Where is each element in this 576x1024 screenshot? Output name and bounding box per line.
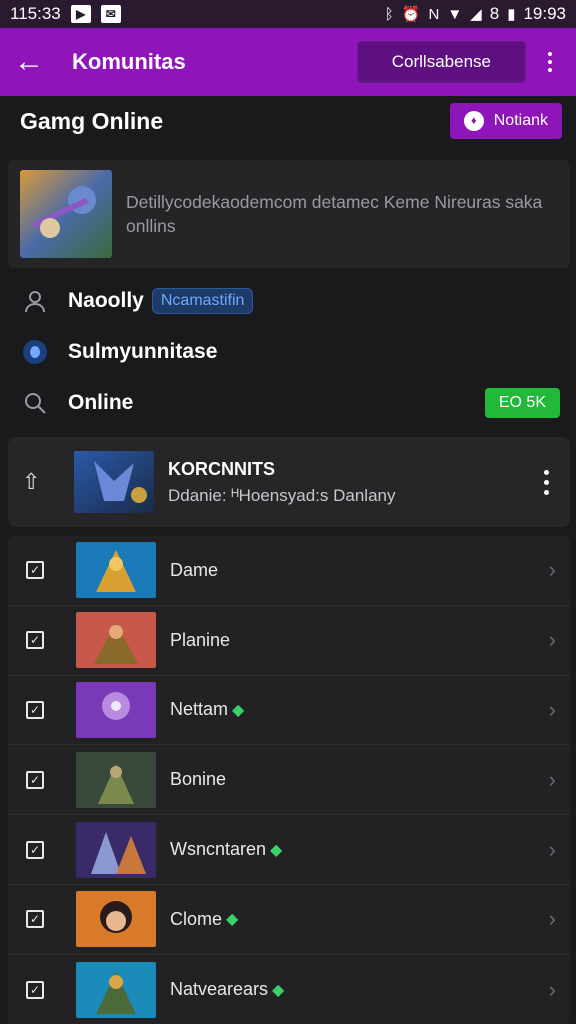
description-text: Detillycodekaodemcom detamec Keme Nireur… — [126, 192, 543, 236]
status-clock: 19:93 — [523, 4, 566, 23]
more-vertical-icon[interactable] — [536, 469, 556, 495]
checkbox-checked-icon[interactable]: ✓ — [26, 840, 44, 859]
list-item[interactable]: ✓ Bonine › — [8, 745, 570, 816]
info-row-community: Sulmyunnitase — [20, 332, 560, 372]
description-card: Detillycodekaodemcom detamec Keme Nireur… — [8, 160, 570, 268]
alarm-icon: ⏰ — [401, 6, 421, 23]
chevron-right-icon[interactable]: › — [549, 627, 556, 653]
list-item[interactable]: ✓ Clome ◆ › — [8, 885, 570, 955]
list-item[interactable]: ✓ Wsncntaren ◆ › — [8, 815, 570, 885]
bluetooth-icon: ᛒ — [384, 5, 394, 23]
bell-icon: ♦ — [463, 111, 484, 131]
info-label-community: Sulmyunnitase — [68, 340, 218, 363]
checkbox-checked-icon[interactable]: ✓ — [26, 770, 44, 789]
notification-icon: ▶ — [70, 5, 91, 23]
notiank-button[interactable]: ♦ Notiank — [449, 103, 562, 139]
info-row-members: Naoolly Ncamastifin — [20, 281, 560, 321]
status-time: 115:33 — [10, 4, 61, 23]
tag-chip[interactable]: Ncamastifin — [151, 288, 254, 314]
list-item-label: Natvearears — [170, 979, 269, 1000]
game-thumbnail — [76, 542, 156, 599]
game-thumbnail — [76, 891, 156, 948]
chevron-right-icon[interactable]: › — [549, 977, 556, 1003]
list-item-label: Wsncntaren — [170, 839, 267, 860]
game-thumbnail — [20, 170, 112, 258]
more-vertical-icon[interactable] — [538, 52, 562, 72]
notiank-label: Notiank — [493, 112, 548, 129]
list-item[interactable]: ✓ Dame › — [8, 536, 570, 606]
list-item-label: Clome — [170, 908, 223, 929]
list-item[interactable]: ✓ Natvearears ◆ › — [8, 955, 570, 1024]
community-thumbnail — [74, 451, 154, 513]
game-thumbnail — [76, 612, 156, 669]
signal-icon: ◢ — [470, 6, 482, 23]
online-count-badge: EO 5K — [484, 388, 560, 418]
list-item-label: Planine — [170, 629, 231, 650]
game-thumbnail — [76, 681, 156, 738]
checkbox-checked-icon[interactable]: ✓ — [26, 980, 44, 999]
battery-text: 8 — [489, 4, 500, 23]
community-name: KORCNNITS — [168, 458, 275, 479]
game-list: ✓ Dame › ✓ Planine › ✓ Nettam ◆ › ✓ Bonin… — [8, 536, 570, 1024]
page-title: Gamg Online — [20, 108, 164, 134]
list-item-label: Dame — [170, 559, 219, 580]
mail-icon: ✉ — [100, 5, 121, 23]
community-card[interactable]: ⇧ KORCNNITS Ddanie: ᴴHoensyad:s Danlany — [8, 437, 570, 527]
wifi-icon: ▼ — [447, 5, 463, 23]
gem-icon: ◆ — [232, 701, 245, 719]
search-icon — [20, 388, 50, 418]
info-label-online: Online — [68, 391, 134, 414]
community-icon — [20, 337, 50, 367]
list-item-label: Bonine — [170, 769, 227, 790]
gem-icon: ◆ — [226, 911, 239, 929]
nfc-icon: N — [428, 5, 440, 23]
game-thumbnail — [76, 821, 156, 878]
arrow-up-icon[interactable]: ⇧ — [22, 469, 48, 495]
chevron-right-icon[interactable]: › — [549, 697, 556, 723]
gem-icon: ◆ — [272, 981, 285, 999]
chevron-right-icon[interactable]: › — [549, 906, 556, 932]
list-item[interactable]: ✓ Planine › — [8, 606, 570, 676]
checkbox-checked-icon[interactable]: ✓ — [26, 910, 44, 929]
status-bar: 115:33 ▶ ✉ ᛒ ⏰ N ▼ ◢ 8 ▮ 19:93 — [0, 0, 576, 28]
chevron-right-icon[interactable]: › — [549, 557, 556, 583]
chevron-right-icon[interactable]: › — [549, 767, 556, 793]
battery-icon: ▮ — [507, 6, 516, 23]
app-bar-title: Komunitas — [72, 49, 186, 74]
checkbox-checked-icon[interactable]: ✓ — [26, 631, 44, 650]
info-label-members: Naoolly — [68, 289, 144, 312]
checkbox-checked-icon[interactable]: ✓ — [26, 700, 44, 719]
app-bar: ← Komunitas Corllsabense — [0, 28, 576, 96]
info-row-online: Online EO 5K — [20, 383, 560, 423]
app-bar-action-button[interactable]: Corllsabense — [356, 41, 526, 83]
gem-icon: ◆ — [270, 841, 283, 859]
arrow-left-icon[interactable]: ← — [14, 45, 54, 79]
person-icon — [20, 286, 50, 316]
game-thumbnail — [76, 961, 156, 1018]
checkbox-checked-icon[interactable]: ✓ — [26, 561, 44, 580]
game-thumbnail — [76, 751, 156, 808]
chevron-right-icon[interactable]: › — [549, 837, 556, 863]
list-item-label: Nettam — [170, 699, 229, 720]
community-subtitle: Ddanie: ᴴHoensyad:s Danlany — [168, 485, 396, 505]
list-item[interactable]: ✓ Nettam ◆ › — [8, 676, 570, 746]
